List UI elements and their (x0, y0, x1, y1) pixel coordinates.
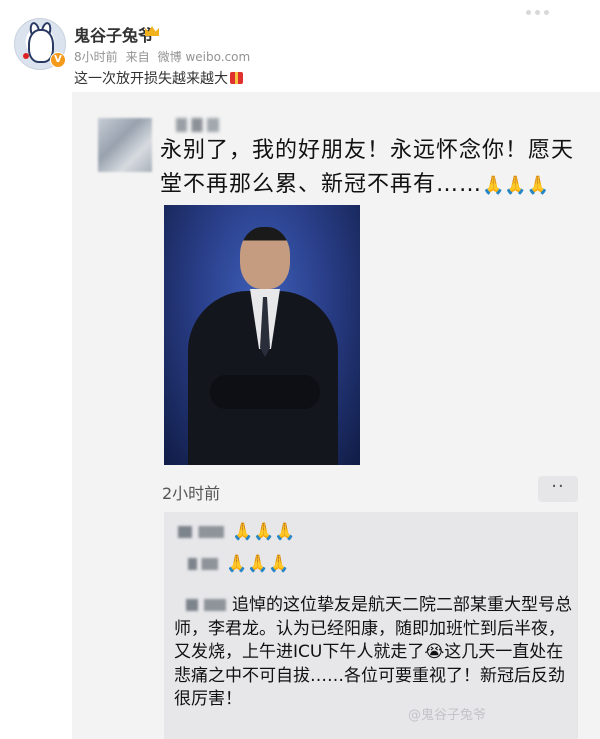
portrait-photo[interactable] (164, 205, 360, 465)
comment-emoji: 🙏🙏🙏 (232, 522, 296, 542)
moment-text: 永别了，我的好朋友！永远怀念你！愿天堂不再那么累、新冠不再有……🙏🙏🙏 (160, 134, 580, 203)
comment-text: 追悼的这位挚友是航天二院二部某重大型号总师，李君龙。认为已经阳康，随即加班忙到后… (174, 594, 574, 712)
source-name[interactable]: 微博 weibo.com (158, 50, 251, 64)
comment-emoji: 🙏🙏🙏 (226, 554, 290, 574)
blurred-commenter (178, 526, 224, 538)
post-meta: 8小时前 来自 微博 weibo.com (74, 48, 258, 65)
photo-head (240, 227, 290, 289)
photo-arms (210, 375, 320, 409)
more-menu-icon[interactable] (526, 0, 586, 15)
post-text: 这一次放开损失越来越大 (74, 68, 243, 88)
comments-box: 🙏🙏🙏 🙏🙏🙏 追悼的这位挚友是航天二院二部某重大型号总师，李君龙。认为已经阳康… (164, 512, 578, 739)
post-time: 8小时前 (74, 50, 118, 64)
moment-card: 永别了，我的好朋友！永远怀念你！愿天堂不再那么累、新冠不再有……🙏🙏🙏 2小时前… (72, 92, 600, 739)
blurred-commenter (174, 594, 232, 618)
more-button[interactable]: ·· (538, 476, 578, 502)
post-text-body: 这一次放开损失越来越大 (74, 71, 228, 87)
post-header: V 鬼谷子兔爷 8小时前 来自 微博 weibo.com 这一次放开损失越来越大 (0, 0, 600, 92)
pray-emoji: 🙏🙏🙏 (482, 175, 550, 196)
gift-icon (230, 72, 243, 84)
comment-row: 🙏🙏🙏 (178, 522, 296, 542)
blurred-name (176, 118, 236, 132)
username[interactable]: 鬼谷子兔爷 (74, 22, 154, 46)
comment-row: 🙏🙏🙏 (188, 554, 290, 574)
comment-text-body: 追悼的这位挚友是航天二院二部某重大型号总师，李君龙。认为已经阳康，随即加班忙到后… (174, 595, 572, 709)
source-prefix: 来自 (125, 50, 150, 64)
verified-badge-icon: V (50, 52, 66, 68)
moment-timestamp: 2小时前 (162, 484, 221, 503)
watermark: @鬼谷子兔爷 (408, 708, 487, 723)
red-dot (23, 53, 29, 59)
embedded-screenshot[interactable]: 永别了，我的好朋友！永远怀念你！愿天堂不再那么累、新冠不再有……🙏🙏🙏 2小时前… (72, 92, 600, 739)
blurred-avatar (98, 118, 152, 172)
blurred-commenter (188, 558, 218, 570)
